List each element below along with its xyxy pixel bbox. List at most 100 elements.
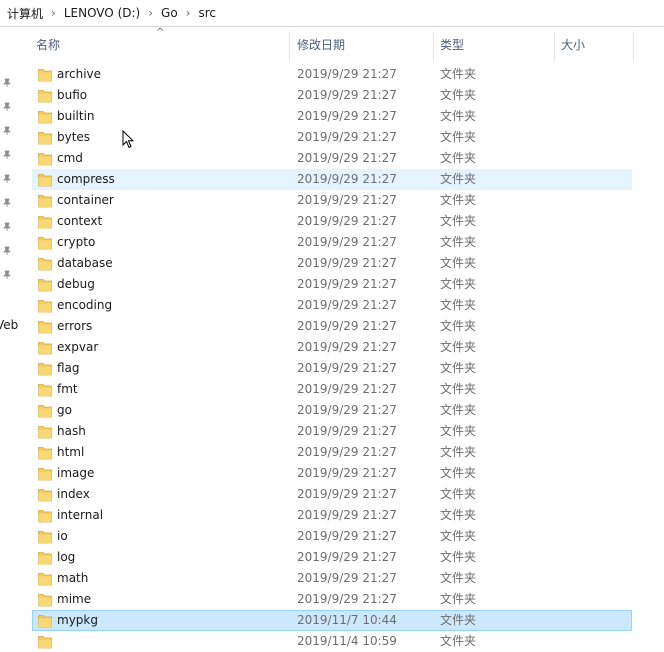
column-header-date[interactable]: 修改日期 (297, 27, 433, 61)
nav-item-label-clipped[interactable]: Veb (0, 318, 18, 332)
folder-icon (38, 403, 52, 418)
column-header-type[interactable]: 类型 (440, 27, 552, 61)
file-row[interactable]: math 2019/9/29 21:27 文件夹 (32, 568, 632, 589)
pin-icon[interactable] (2, 270, 14, 282)
file-name[interactable]: hash (57, 421, 86, 442)
pin-icon[interactable] (2, 222, 14, 234)
file-row[interactable]: 2019/11/4 10:59 文件夹 (32, 631, 632, 652)
file-row[interactable]: io 2019/9/29 21:27 文件夹 (32, 526, 632, 547)
file-name[interactable]: go (57, 400, 72, 421)
file-name[interactable]: container (57, 190, 114, 211)
breadcrumb-src[interactable]: src (196, 0, 218, 26)
file-name[interactable]: compress (57, 169, 115, 190)
file-type: 文件夹 (440, 214, 477, 228)
file-date: 2019/11/7 10:44 (297, 613, 397, 627)
column-divider[interactable] (633, 31, 634, 61)
folder-icon (38, 487, 52, 502)
file-name[interactable]: io (57, 526, 68, 547)
file-name[interactable]: expvar (57, 337, 98, 358)
file-name[interactable]: archive (57, 64, 101, 85)
file-name[interactable]: flag (57, 358, 80, 379)
file-type: 文件夹 (440, 571, 477, 585)
file-name[interactable]: bytes (57, 127, 90, 148)
chevron-right-icon[interactable]: › (51, 6, 56, 20)
file-name[interactable]: fmt (57, 379, 78, 400)
file-type: 文件夹 (440, 193, 477, 207)
chevron-right-icon[interactable]: › (186, 6, 191, 20)
file-name[interactable]: mypkg (57, 610, 98, 631)
breadcrumb-drive[interactable]: LENOVO (D:) (62, 0, 142, 26)
file-row[interactable]: html 2019/9/29 21:27 文件夹 (32, 442, 632, 463)
file-type: 文件夹 (440, 67, 477, 81)
file-name[interactable]: crypto (57, 232, 95, 253)
column-header-name[interactable]: 名称 (36, 27, 286, 61)
chevron-right-icon[interactable]: › (148, 6, 153, 20)
address-breadcrumb[interactable]: 计算机 › LENOVO (D:) › Go › src (0, 0, 664, 27)
column-header-size[interactable]: 大小 (561, 27, 631, 61)
file-row[interactable]: index 2019/9/29 21:27 文件夹 (32, 484, 632, 505)
file-row[interactable]: bufio 2019/9/29 21:27 文件夹 (32, 85, 632, 106)
file-row[interactable]: errors 2019/9/29 21:27 文件夹 (32, 316, 632, 337)
file-row[interactable]: hash 2019/9/29 21:27 文件夹 (32, 421, 632, 442)
pin-icon[interactable] (2, 246, 14, 258)
file-type: 文件夹 (440, 424, 477, 438)
file-name[interactable]: encoding (57, 295, 112, 316)
file-name[interactable]: index (57, 484, 90, 505)
file-date: 2019/9/29 21:27 (297, 298, 397, 312)
file-name[interactable]: database (57, 253, 113, 274)
file-row[interactable]: fmt 2019/9/29 21:27 文件夹 (32, 379, 632, 400)
file-date: 2019/9/29 21:27 (297, 130, 397, 144)
file-row[interactable]: image 2019/9/29 21:27 文件夹 (32, 463, 632, 484)
file-name[interactable]: image (57, 463, 94, 484)
folder-icon (38, 466, 52, 481)
file-row[interactable]: debug 2019/9/29 21:27 文件夹 (32, 274, 632, 295)
pin-icon[interactable] (2, 150, 14, 162)
file-type: 文件夹 (440, 529, 477, 543)
file-name[interactable]: math (57, 568, 88, 589)
file-row[interactable]: archive 2019/9/29 21:27 文件夹 (32, 64, 632, 85)
folder-icon (38, 130, 52, 145)
file-row[interactable]: crypto 2019/9/29 21:27 文件夹 (32, 232, 632, 253)
folder-icon (38, 592, 52, 607)
breadcrumb-computer[interactable]: 计算机 (0, 0, 45, 26)
file-list[interactable]: ^ 名称 修改日期 类型 大小 archive 2019/9/29 21:27 文件… (18, 27, 664, 649)
file-row[interactable]: encoding 2019/9/29 21:27 文件夹 (32, 295, 632, 316)
column-divider[interactable] (554, 31, 555, 61)
file-name[interactable]: cmd (57, 148, 83, 169)
pin-icon[interactable] (2, 126, 14, 138)
pin-icon[interactable] (2, 174, 14, 186)
pin-icon[interactable] (2, 78, 14, 90)
file-row[interactable]: mime 2019/9/29 21:27 文件夹 (32, 589, 632, 610)
file-row[interactable]: context 2019/9/29 21:27 文件夹 (32, 211, 632, 232)
column-divider[interactable] (289, 31, 290, 61)
file-row[interactable]: flag 2019/9/29 21:27 文件夹 (32, 358, 632, 379)
pin-icon[interactable] (2, 198, 14, 210)
file-name[interactable]: mime (57, 589, 91, 610)
file-name[interactable]: html (57, 442, 84, 463)
file-date: 2019/9/29 21:27 (297, 424, 397, 438)
file-row[interactable]: database 2019/9/29 21:27 文件夹 (32, 253, 632, 274)
file-row[interactable]: container 2019/9/29 21:27 文件夹 (32, 190, 632, 211)
file-row[interactable]: builtin 2019/9/29 21:27 文件夹 (32, 106, 632, 127)
file-row[interactable]: log 2019/9/29 21:27 文件夹 (32, 547, 632, 568)
file-row[interactable]: compress 2019/9/29 21:27 文件夹 (32, 169, 632, 190)
file-name[interactable]: debug (57, 274, 95, 295)
file-name[interactable]: bufio (57, 85, 87, 106)
file-row[interactable]: internal 2019/9/29 21:27 文件夹 (32, 505, 632, 526)
breadcrumb-go[interactable]: Go (159, 0, 180, 26)
folder-icon (38, 508, 52, 523)
file-type: 文件夹 (440, 109, 477, 123)
file-name[interactable]: internal (57, 505, 103, 526)
file-date: 2019/9/29 21:27 (297, 109, 397, 123)
file-name[interactable]: errors (57, 316, 92, 337)
file-row[interactable]: mypkg 2019/11/7 10:44 文件夹 (32, 610, 632, 631)
file-name[interactable]: context (57, 211, 102, 232)
column-divider[interactable] (433, 31, 434, 61)
file-row[interactable]: go 2019/9/29 21:27 文件夹 (32, 400, 632, 421)
file-name[interactable]: log (57, 547, 75, 568)
file-date: 2019/9/29 21:27 (297, 88, 397, 102)
file-row[interactable]: expvar 2019/9/29 21:27 文件夹 (32, 337, 632, 358)
pin-icon[interactable] (2, 102, 14, 114)
file-date: 2019/9/29 21:27 (297, 529, 397, 543)
file-name[interactable]: builtin (57, 106, 95, 127)
